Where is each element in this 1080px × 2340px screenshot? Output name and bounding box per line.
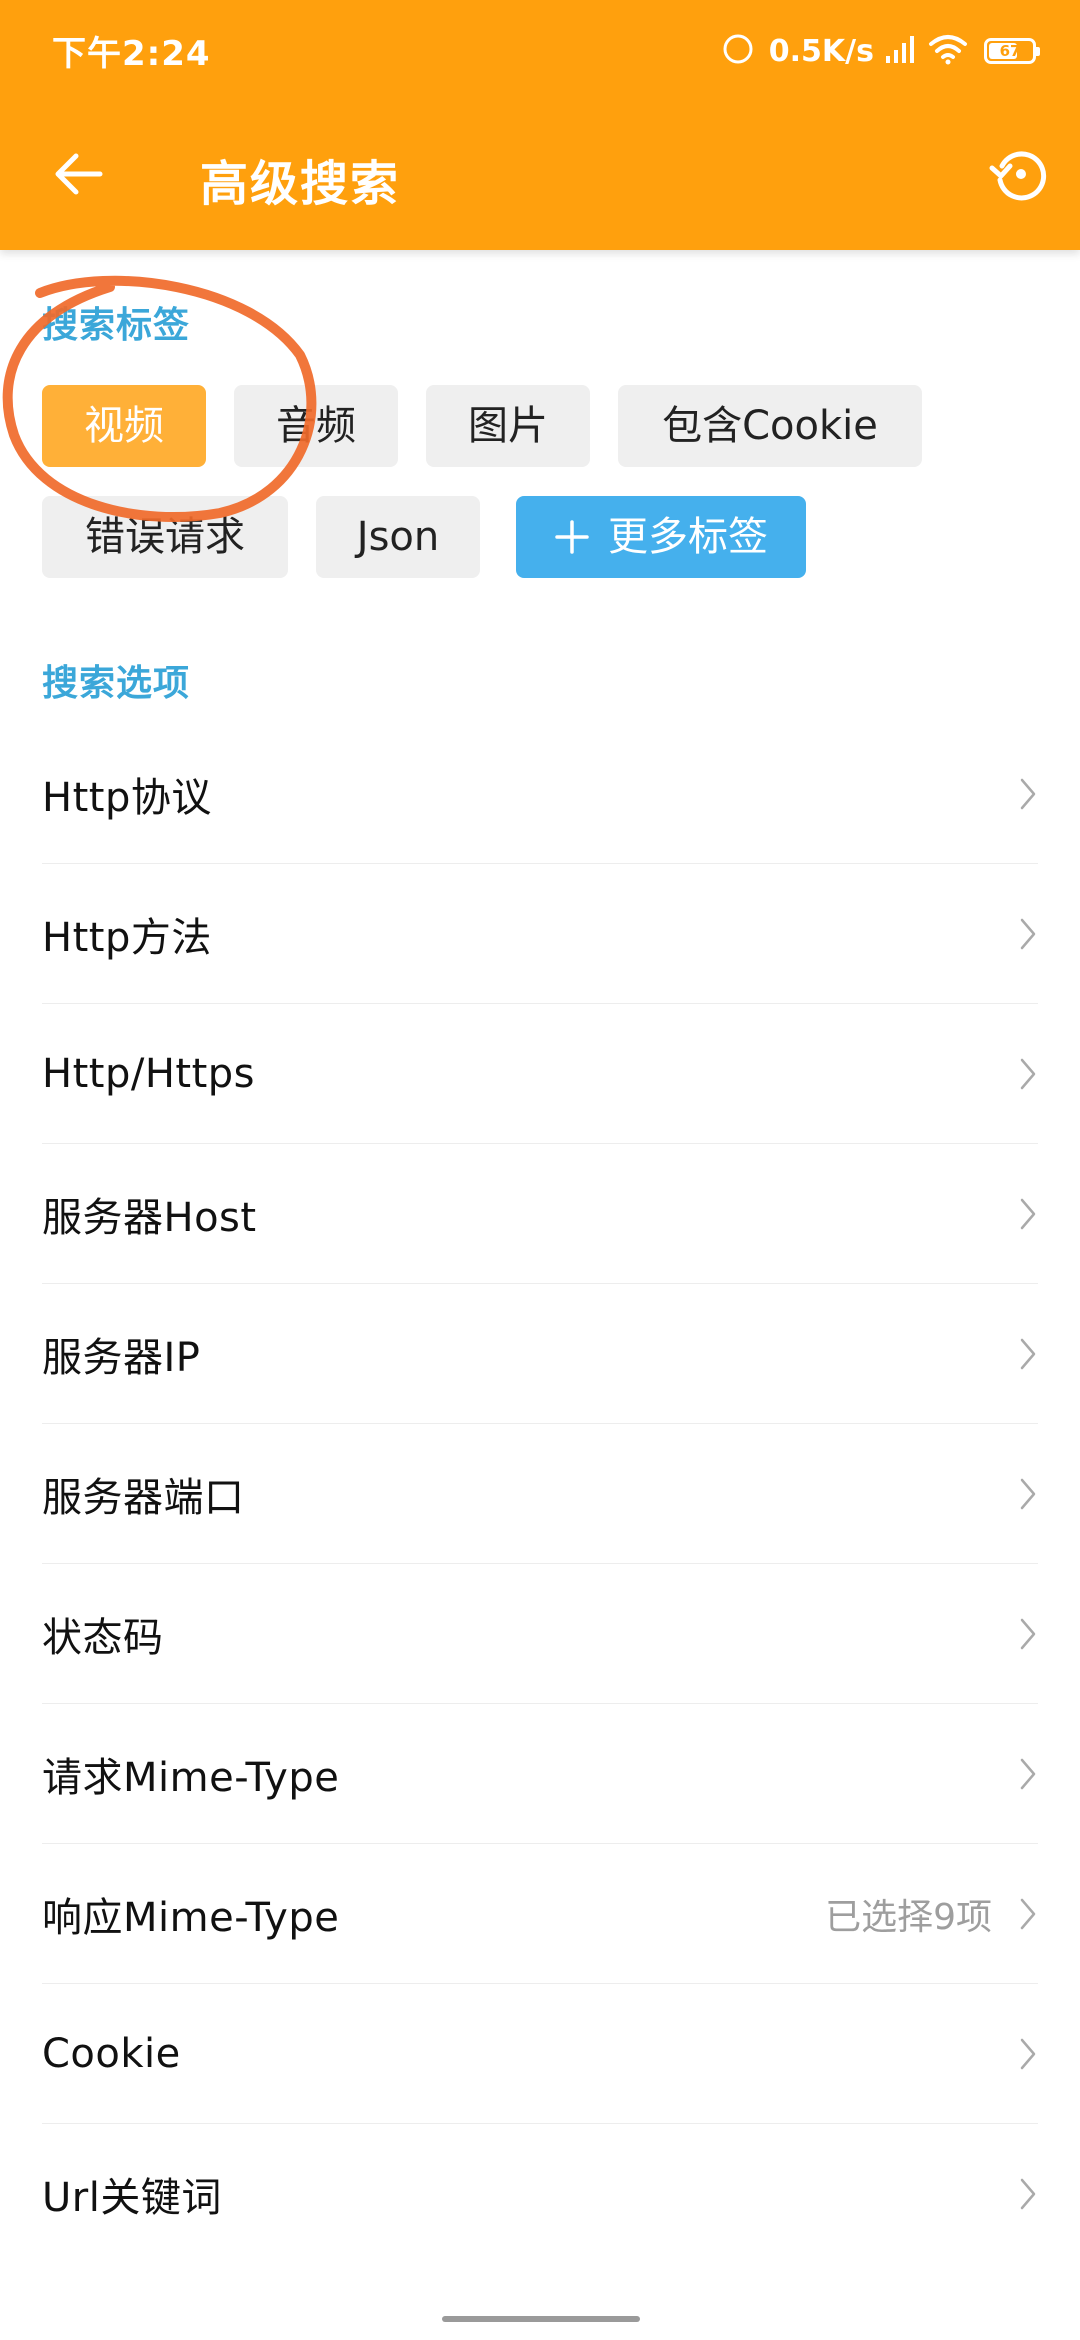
wifi-icon bbox=[928, 33, 968, 69]
chevron-right-icon bbox=[1020, 778, 1036, 809]
option-label: Http协议 bbox=[42, 774, 212, 821]
option-label: 响应Mime-Type bbox=[42, 1894, 340, 1941]
tags-section-title: 搜索标签 bbox=[42, 305, 191, 346]
page-title: 高级搜索 bbox=[200, 156, 401, 212]
battery-icon: 67 bbox=[984, 38, 1040, 64]
option-label: 请求Mime-Type bbox=[42, 1754, 340, 1801]
tag-json[interactable]: Json bbox=[316, 496, 480, 578]
option-label: 服务器Host bbox=[42, 1194, 257, 1241]
chevron-right-icon bbox=[1020, 1758, 1036, 1789]
chevron-right-icon bbox=[1020, 2038, 1036, 2069]
option-label: Cookie bbox=[42, 2030, 181, 2077]
network-speed: 0.5K/s bbox=[768, 33, 874, 69]
option-label: Url关键词 bbox=[42, 2174, 222, 2221]
option-server-ip[interactable]: 服务器IP bbox=[42, 1284, 1038, 1424]
option-status-code[interactable]: 状态码 bbox=[42, 1564, 1038, 1704]
option-cookie[interactable]: Cookie bbox=[42, 1984, 1038, 2124]
option-http-https[interactable]: Http/Https bbox=[42, 1004, 1038, 1144]
option-label: 服务器端口 bbox=[42, 1474, 245, 1521]
tag-image[interactable]: 图片 bbox=[426, 385, 590, 467]
chevron-right-icon bbox=[1020, 1478, 1036, 1509]
more-tags-button[interactable]: 更多标签 bbox=[516, 496, 806, 578]
chevron-right-icon bbox=[1020, 1198, 1036, 1229]
reset-history-icon bbox=[989, 151, 1047, 201]
chevron-right-icon bbox=[1020, 1618, 1036, 1649]
signal-icon bbox=[884, 34, 918, 68]
back-button[interactable] bbox=[42, 138, 114, 210]
option-label: 状态码 bbox=[42, 1614, 164, 1661]
more-tags-label: 更多标签 bbox=[608, 514, 768, 560]
app-header: 下午2:24 0.5K/s 67 高级搜索 bbox=[0, 0, 1080, 250]
chevron-right-icon bbox=[1020, 2178, 1036, 2209]
options-section-title: 搜索选项 bbox=[42, 663, 191, 704]
chevron-right-icon bbox=[1020, 1898, 1036, 1929]
option-http-protocol[interactable]: Http协议 bbox=[42, 724, 1038, 864]
option-server-port[interactable]: 服务器端口 bbox=[42, 1424, 1038, 1564]
alarm-circle-icon bbox=[721, 32, 755, 70]
search-options-list: Http协议 Http方法 Http/Https 服务器Host 服务器IP 服… bbox=[42, 724, 1038, 2263]
option-label: Http/Https bbox=[42, 1050, 255, 1097]
reset-button[interactable] bbox=[982, 136, 1058, 212]
arrow-left-icon bbox=[55, 153, 103, 195]
home-indicator[interactable] bbox=[442, 2316, 640, 2322]
option-value: 已选择9项 bbox=[825, 1896, 992, 1938]
option-server-host[interactable]: 服务器Host bbox=[42, 1144, 1038, 1284]
tag-has-cookie[interactable]: 包含Cookie bbox=[618, 385, 922, 467]
status-bar: 下午2:24 0.5K/s 67 bbox=[0, 0, 1080, 100]
battery-level-text: 67 bbox=[999, 42, 1021, 60]
chevron-right-icon bbox=[1020, 1338, 1036, 1369]
tag-error-request[interactable]: 错误请求 bbox=[42, 496, 288, 578]
option-response-mime-type[interactable]: 响应Mime-Type 已选择9项 bbox=[42, 1844, 1038, 1984]
plus-icon bbox=[555, 520, 589, 554]
option-label: 服务器IP bbox=[42, 1334, 201, 1381]
option-request-mime-type[interactable]: 请求Mime-Type bbox=[42, 1704, 1038, 1844]
toolbar: 高级搜索 bbox=[0, 100, 1080, 250]
option-label: Http方法 bbox=[42, 914, 212, 961]
tag-video[interactable]: 视频 bbox=[42, 385, 206, 467]
chevron-right-icon bbox=[1020, 918, 1036, 949]
option-http-method[interactable]: Http方法 bbox=[42, 864, 1038, 1004]
status-time: 下午2:24 bbox=[52, 34, 211, 74]
status-icons: 0.5K/s 67 bbox=[721, 24, 1040, 78]
chevron-right-icon bbox=[1020, 1058, 1036, 1089]
tag-audio[interactable]: 音频 bbox=[234, 385, 398, 467]
option-url-keyword[interactable]: Url关键词 bbox=[42, 2124, 1038, 2263]
